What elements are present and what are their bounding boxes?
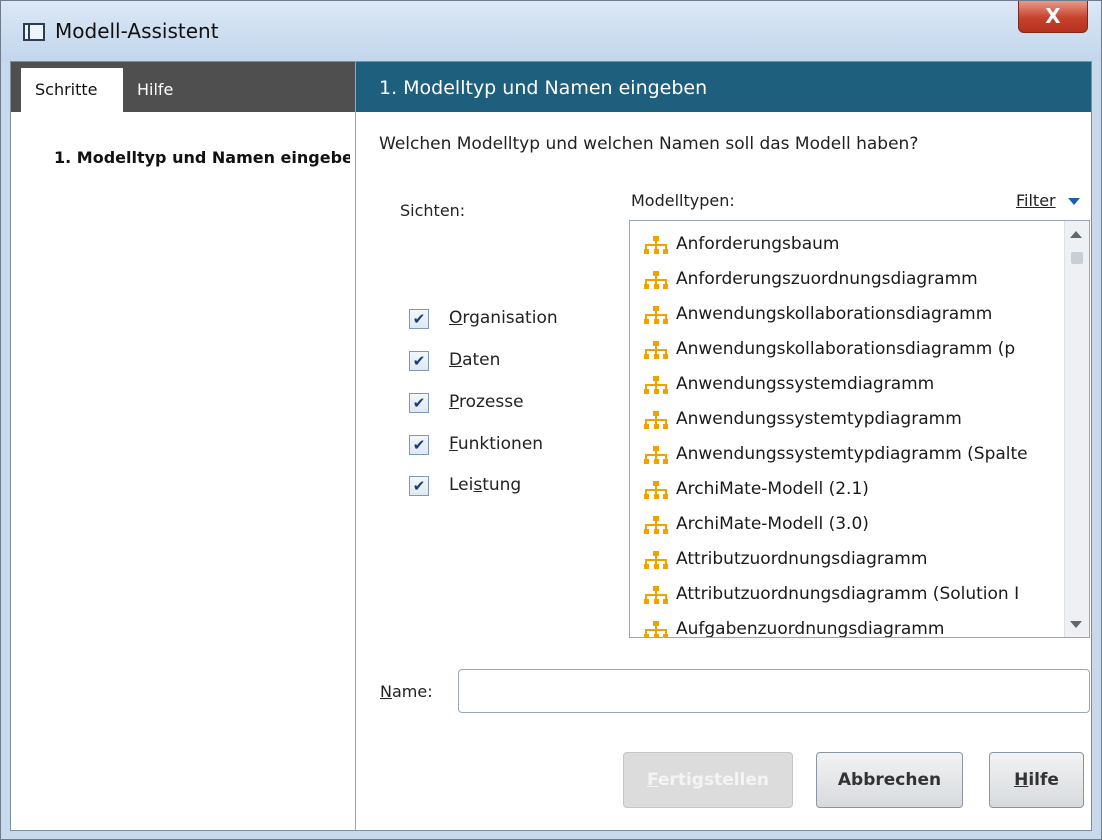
help-button[interactable]: Hilfe [989,752,1084,808]
view-label[interactable]: Leistung [449,475,521,495]
tab-schritte[interactable]: Schritte [21,68,123,112]
hierarchy-icon [644,376,668,394]
view-label[interactable]: Prozesse [449,392,524,412]
title-bar[interactable]: Modell-Assistent X [1,1,1101,61]
close-button[interactable]: X [1018,1,1088,33]
name-label: Name: [380,682,433,701]
view-checkbox[interactable]: ✔ [409,351,429,371]
model-type-label: Anwendungskollaborationsdiagramm (p [676,339,1016,359]
model-types-items: Anforderungsbaum Anforderungszuordnungsdi… [630,221,1062,637]
model-type-label: Attributzuordnungsdiagramm [676,549,928,569]
step-header: 1. Modelltyp und Namen eingeben [356,62,1091,112]
hierarchy-icon [644,621,668,637]
model-type-label: Anwendungssystemtypdiagramm (Spalte [676,444,1028,464]
scroll-up-icon[interactable] [1070,231,1082,238]
hierarchy-icon [644,341,668,359]
model-type-label: Aufgabenzuordnungsdiagramm [676,619,945,637]
list-scrollbar[interactable] [1064,221,1089,637]
views-label: Sichten: [400,201,466,220]
name-input[interactable] [458,669,1090,713]
model-types-label: Modelltypen: [631,191,735,210]
tab-hilfe[interactable]: Hilfe [123,68,203,112]
hierarchy-icon [644,551,668,569]
model-type-label: Anwendungssystemdiagramm [676,374,935,394]
hierarchy-icon [644,411,668,429]
model-type-label: Anwendungssystemtypdiagramm [676,409,962,429]
view-label[interactable]: Daten [449,350,500,370]
dialog-client: Schritte Hilfe 1. Modelltyp und Namen ei… [10,61,1092,831]
name-label-accel: N [380,682,392,701]
help-rest: ilfe [1028,770,1059,790]
finish-button[interactable]: Fertigstellen [623,752,793,808]
view-checkbox[interactable]: ✔ [409,309,429,329]
filter-dropdown-icon[interactable] [1068,198,1080,205]
view-checkbox[interactable]: ✔ [409,393,429,413]
hierarchy-icon [644,516,668,534]
scroll-down-icon[interactable] [1070,621,1082,628]
step-question: Welchen Modelltyp und welchen Namen soll… [379,134,919,154]
finish-rest: ertigstellen [657,770,770,790]
filter-link[interactable]: Filter [1016,191,1056,210]
tab-strip: Schritte Hilfe [11,62,355,112]
finish-accel: F [646,770,658,790]
steps-panel: Schritte Hilfe 1. Modelltyp und Namen ei… [11,62,356,830]
hierarchy-icon [644,236,668,254]
hierarchy-icon [644,306,668,324]
window-icon [23,23,45,41]
model-type-label: Anforderungszuordnungsdiagramm [676,269,978,289]
model-type-label: ArchiMate-Modell (3.0) [676,514,869,534]
help-accel: H [1014,770,1029,790]
window-title: Modell-Assistent [55,19,219,43]
step-item-1[interactable]: 1. Modelltyp und Namen eingeben [54,148,350,167]
cancel-button[interactable]: Abbrechen [816,752,963,808]
model-type-label: Attributzuordnungsdiagramm (Solution I [676,584,1020,604]
hierarchy-icon [644,586,668,604]
model-type-label: Anwendungskollaborationsdiagramm [676,304,993,324]
view-checkbox[interactable]: ✔ [409,476,429,496]
hierarchy-icon [644,481,668,499]
scroll-thumb[interactable] [1071,252,1083,264]
dialog-window: Modell-Assistent X Schritte Hilfe 1. Mod… [0,0,1102,840]
model-type-label: ArchiMate-Modell (2.1) [676,479,869,499]
model-types-list[interactable]: Anforderungsbaum Anforderungszuordnungsdi… [629,220,1090,638]
view-label[interactable]: Funktionen [449,434,543,454]
hierarchy-icon [644,271,668,289]
view-label[interactable]: Organisation [449,308,558,328]
hierarchy-icon [644,446,668,464]
view-checkbox[interactable]: ✔ [409,435,429,455]
model-type-label: Anforderungsbaum [676,234,840,254]
